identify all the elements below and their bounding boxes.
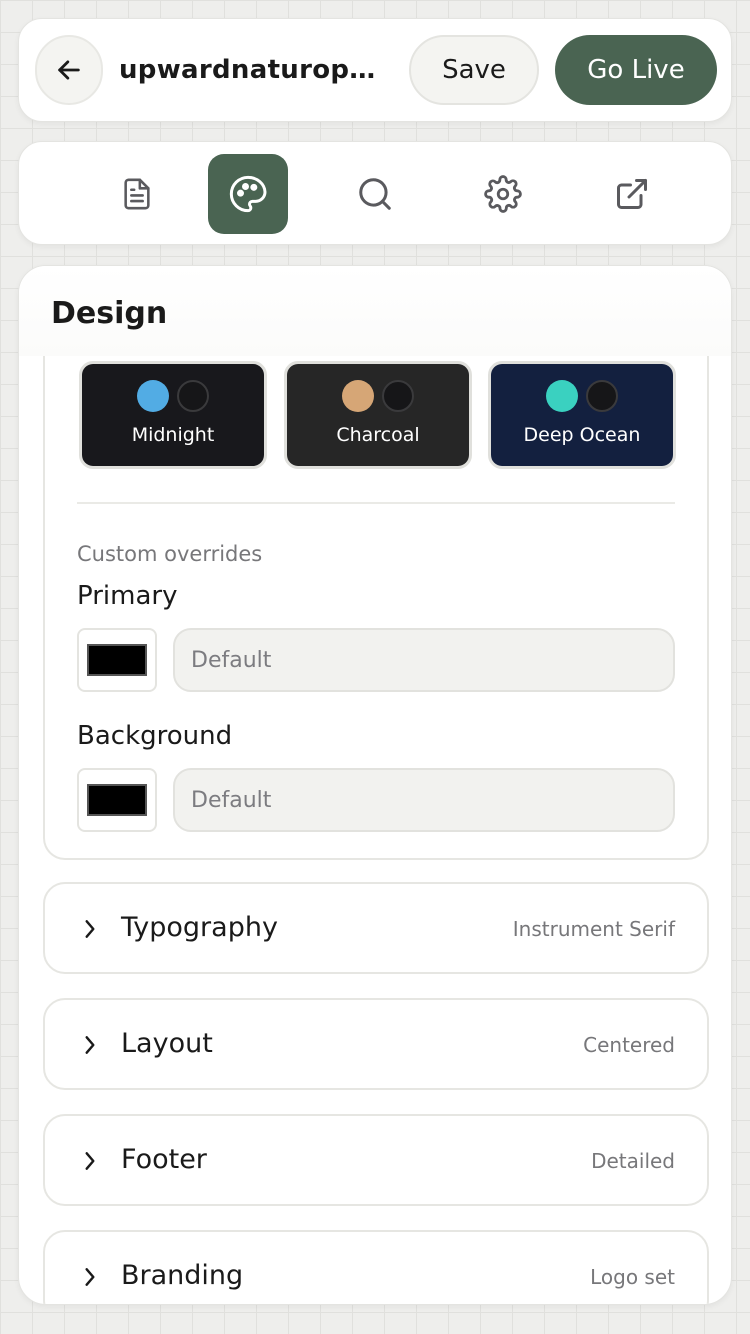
background-label: Background [77, 721, 233, 751]
section-footer[interactable]: Footer Detailed [43, 1114, 709, 1206]
tab-seo[interactable] [335, 154, 415, 234]
section-branding[interactable]: Branding Logo set [43, 1230, 709, 1304]
base-dot [382, 380, 414, 412]
section-typography[interactable]: Typography Instrument Serif [43, 882, 709, 974]
section-value: Logo set [590, 1265, 675, 1289]
tab-pages[interactable] [97, 154, 177, 234]
background-color-picker[interactable] [77, 768, 157, 832]
custom-overrides-label: Custom overrides [77, 542, 263, 566]
background-color-input[interactable] [173, 768, 675, 832]
section-title: Footer [121, 1144, 207, 1175]
divider [77, 502, 675, 504]
section-value: Instrument Serif [512, 917, 675, 941]
go-live-button[interactable]: Go Live [555, 35, 717, 105]
editor-toolbar [18, 141, 732, 245]
colors-section: Midnight Charcoal Deep Ocean Custom over… [43, 326, 709, 860]
theme-label: Charcoal [336, 424, 420, 446]
chevron-right-icon [85, 1036, 95, 1054]
search-icon [359, 178, 391, 210]
primary-color-picker[interactable] [77, 628, 157, 692]
arrow-left-icon [58, 60, 80, 80]
tab-preview[interactable] [592, 154, 672, 234]
base-dot [586, 380, 618, 412]
save-button[interactable]: Save [409, 35, 539, 105]
palette-icon [229, 175, 267, 213]
primary-color-input[interactable] [173, 628, 675, 692]
tab-design[interactable] [208, 154, 288, 234]
theme-label: Midnight [131, 424, 215, 446]
page-title: Design [51, 296, 168, 331]
section-title: Layout [121, 1028, 213, 1059]
section-title: Branding [121, 1260, 244, 1291]
chevron-right-icon [85, 1268, 95, 1286]
theme-charcoal[interactable]: Charcoal [284, 361, 472, 469]
back-button[interactable] [35, 35, 103, 105]
gear-icon [484, 175, 522, 213]
primary-color-swatch [87, 644, 147, 676]
design-header: Design [19, 266, 731, 356]
chevron-right-icon [85, 1152, 95, 1170]
design-panel: Midnight Charcoal Deep Ocean Custom over… [18, 265, 732, 1305]
chevron-right-icon [85, 920, 95, 938]
primary-label: Primary [77, 581, 178, 611]
section-value: Centered [583, 1033, 675, 1057]
section-value: Detailed [591, 1149, 675, 1173]
section-layout[interactable]: Layout Centered [43, 998, 709, 1090]
accent-dot [546, 380, 578, 412]
theme-midnight[interactable]: Midnight [79, 361, 267, 469]
theme-label: Deep Ocean [523, 424, 641, 446]
section-title: Typography [121, 912, 278, 943]
theme-deep-ocean[interactable]: Deep Ocean [488, 361, 676, 469]
top-bar: upwardnaturop… Save Go Live [18, 18, 732, 122]
external-link-icon [617, 179, 647, 209]
accent-dot [137, 380, 169, 412]
accent-dot [342, 380, 374, 412]
base-dot [177, 380, 209, 412]
document-icon [124, 178, 150, 210]
site-title: upwardnaturop… [119, 55, 376, 85]
background-color-swatch [87, 784, 147, 816]
tab-settings[interactable] [463, 154, 543, 234]
